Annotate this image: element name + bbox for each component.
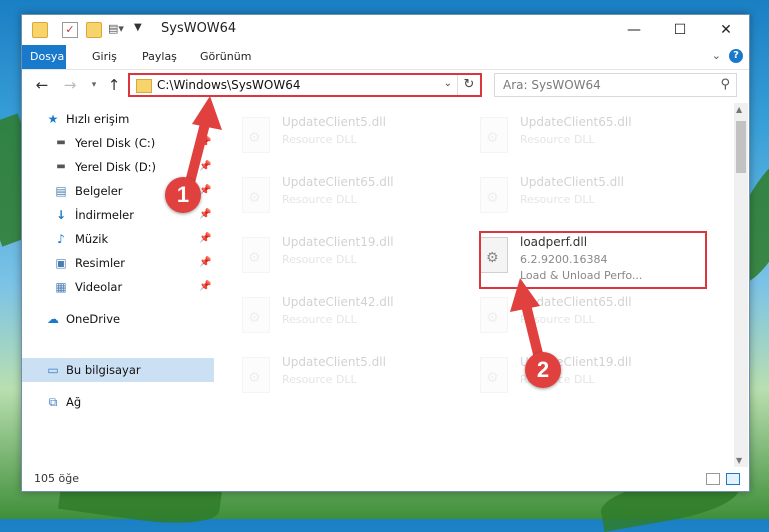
step-badge-1: 1 <box>165 177 201 213</box>
arrow-1 <box>183 96 222 195</box>
arrow-2 <box>510 278 545 367</box>
annotation-arrows <box>183 96 545 367</box>
step-badge-2: 2 <box>525 352 561 388</box>
